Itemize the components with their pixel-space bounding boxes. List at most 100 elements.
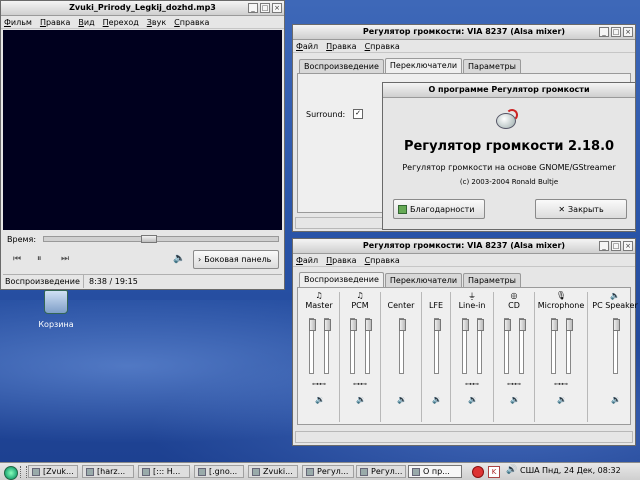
volume-slider[interactable] bbox=[399, 318, 406, 374]
menu-help[interactable]: Справка bbox=[365, 42, 400, 51]
volume-slider[interactable] bbox=[519, 318, 526, 374]
taskbar-item-player[interactable]: [Zvuk... bbox=[28, 465, 78, 478]
tray-red-icon[interactable] bbox=[472, 466, 484, 478]
volume-slider-handle[interactable] bbox=[434, 319, 441, 331]
player-titlebar[interactable]: Zvuki_Prirody_Legkij_dozhd.mp3 _ □ × bbox=[1, 1, 284, 16]
chain-lock-icon[interactable]: ⊶⊷ bbox=[312, 380, 326, 388]
volume-slider-handle[interactable] bbox=[309, 319, 316, 331]
menu-edit[interactable]: Правка bbox=[326, 42, 356, 51]
tab-switches[interactable]: Переключатели bbox=[384, 58, 463, 73]
about-titlebar[interactable]: О программе Регулятор громкости bbox=[383, 83, 635, 98]
volume-slider[interactable] bbox=[324, 318, 331, 374]
chain-lock-icon[interactable]: ⊶⊷ bbox=[465, 380, 479, 388]
menu-file[interactable]: Файл bbox=[296, 256, 318, 265]
close-button[interactable]: × bbox=[623, 241, 633, 251]
menu-film[interactable]: Фильм bbox=[4, 18, 32, 27]
menu-help[interactable]: Справка bbox=[174, 18, 209, 27]
video-area[interactable] bbox=[3, 30, 282, 230]
mixer-top-titlebar[interactable]: Регулятор громкости: VIA 8237 (Alsa mixe… bbox=[293, 25, 635, 40]
volume-slider[interactable] bbox=[309, 318, 316, 374]
channel-separator bbox=[339, 292, 340, 422]
maximize-button[interactable]: □ bbox=[611, 241, 621, 251]
volume-slider-handle[interactable] bbox=[350, 319, 357, 331]
tab-switches[interactable]: Переключатели bbox=[384, 273, 463, 288]
mute-speaker-icon[interactable]: 🔉 bbox=[557, 396, 567, 404]
tab-options[interactable]: Параметры bbox=[463, 273, 521, 288]
volume-icon[interactable]: 🔈 bbox=[173, 253, 185, 264]
chain-lock-icon[interactable]: ⊶⊷ bbox=[554, 380, 568, 388]
credits-button[interactable]: Благодарности bbox=[393, 199, 485, 219]
show-desktop-button[interactable] bbox=[20, 466, 27, 478]
close-button[interactable]: × bbox=[272, 3, 282, 13]
tab-playback[interactable]: Воспроизведение bbox=[299, 272, 384, 287]
taskbar-item-mixer-1[interactable]: Регул... bbox=[302, 465, 354, 478]
mute-speaker-icon[interactable]: 🔉 bbox=[611, 396, 621, 404]
channel-strip: Center 🔉 bbox=[382, 288, 420, 418]
trash-desktop-icon[interactable]: Корзина bbox=[34, 290, 78, 334]
menu-help[interactable]: Справка bbox=[365, 256, 400, 265]
surround-checkbox[interactable]: ✓ bbox=[353, 109, 363, 119]
taskbar-item-browser[interactable]: [::: H... bbox=[138, 465, 190, 478]
skip-forward-button[interactable]: ⏭ bbox=[61, 254, 69, 264]
mute-speaker-icon[interactable]: 🔉 bbox=[356, 396, 366, 404]
taskbar-item-mixer-2[interactable]: Регул... bbox=[356, 465, 406, 478]
mute-speaker-icon[interactable]: 🔉 bbox=[397, 396, 407, 404]
volume-slider-handle[interactable] bbox=[519, 319, 526, 331]
maximize-button[interactable]: □ bbox=[611, 27, 621, 37]
tab-playback[interactable]: Воспроизведение bbox=[299, 59, 384, 74]
menu-go[interactable]: Переход bbox=[103, 18, 139, 27]
tray-sound-icon[interactable]: 🔊 bbox=[506, 465, 517, 475]
volume-slider-handle[interactable] bbox=[566, 319, 573, 331]
taskbar-item-harz[interactable]: [harz... bbox=[82, 465, 134, 478]
volume-slider-handle[interactable] bbox=[462, 319, 469, 331]
volume-slider[interactable] bbox=[477, 318, 484, 374]
taskbar-item-about[interactable]: О пр... bbox=[408, 465, 462, 478]
menu-file[interactable]: Файл bbox=[296, 42, 318, 51]
volume-slider-handle[interactable] bbox=[613, 319, 620, 331]
volume-slider[interactable] bbox=[462, 318, 469, 374]
maximize-button[interactable]: □ bbox=[260, 3, 270, 13]
volume-slider-handle[interactable] bbox=[477, 319, 484, 331]
volume-slider-handle[interactable] bbox=[504, 319, 511, 331]
menu-edit[interactable]: Правка bbox=[40, 18, 70, 27]
volume-slider[interactable] bbox=[350, 318, 357, 374]
close-button[interactable]: × bbox=[623, 27, 633, 37]
main-menu-button[interactable] bbox=[4, 466, 18, 480]
mute-speaker-icon[interactable]: 🔉 bbox=[468, 396, 478, 404]
pause-button[interactable]: ⏸ bbox=[37, 254, 42, 264]
chain-lock-icon[interactable]: ⊶⊷ bbox=[353, 380, 367, 388]
menu-sound[interactable]: Звук bbox=[147, 18, 166, 27]
mixer-bottom-titlebar[interactable]: Регулятор громкости: VIA 8237 (Alsa mixe… bbox=[293, 239, 635, 254]
volume-slider[interactable] bbox=[504, 318, 511, 374]
menu-view[interactable]: Вид bbox=[78, 18, 94, 27]
volume-slider-handle[interactable] bbox=[324, 319, 331, 331]
mute-speaker-icon[interactable]: 🔉 bbox=[432, 396, 442, 404]
menu-edit[interactable]: Правка bbox=[326, 256, 356, 265]
sidebar-button[interactable]: › Боковая панель bbox=[193, 250, 279, 269]
clock[interactable]: Пнд, 24 Дек, 08:32 bbox=[542, 466, 621, 475]
chain-lock-icon[interactable]: ⊶⊷ bbox=[507, 380, 521, 388]
minimize-button[interactable]: _ bbox=[248, 3, 258, 13]
keyboard-layout[interactable]: США bbox=[520, 466, 540, 475]
seek-handle[interactable] bbox=[141, 235, 157, 243]
mute-speaker-icon[interactable]: 🔉 bbox=[315, 396, 325, 404]
minimize-button[interactable]: _ bbox=[599, 241, 609, 251]
channel-strip: ⏚ Line-in ⊶⊷ 🔉 bbox=[452, 288, 492, 418]
mute-speaker-icon[interactable]: 🔉 bbox=[510, 396, 520, 404]
tray-k-icon[interactable]: K bbox=[488, 466, 500, 478]
tab-options[interactable]: Параметры bbox=[463, 59, 521, 74]
skip-back-button[interactable]: ⏮ bbox=[13, 254, 21, 264]
minimize-button[interactable]: _ bbox=[599, 27, 609, 37]
volume-slider-handle[interactable] bbox=[551, 319, 558, 331]
volume-slider[interactable] bbox=[566, 318, 573, 374]
volume-slider-handle[interactable] bbox=[365, 319, 372, 331]
volume-slider-handle[interactable] bbox=[399, 319, 406, 331]
seek-bar[interactable] bbox=[43, 235, 279, 243]
taskbar-item-gnome[interactable]: [.gno... bbox=[194, 465, 244, 478]
taskbar-item-zvuki[interactable]: Zvuki... bbox=[248, 465, 298, 478]
volume-slider[interactable] bbox=[434, 318, 441, 374]
volume-slider[interactable] bbox=[365, 318, 372, 374]
close-dialog-button[interactable]: ✕ Закрыть bbox=[535, 199, 627, 219]
volume-slider[interactable] bbox=[613, 318, 620, 374]
volume-slider[interactable] bbox=[551, 318, 558, 374]
